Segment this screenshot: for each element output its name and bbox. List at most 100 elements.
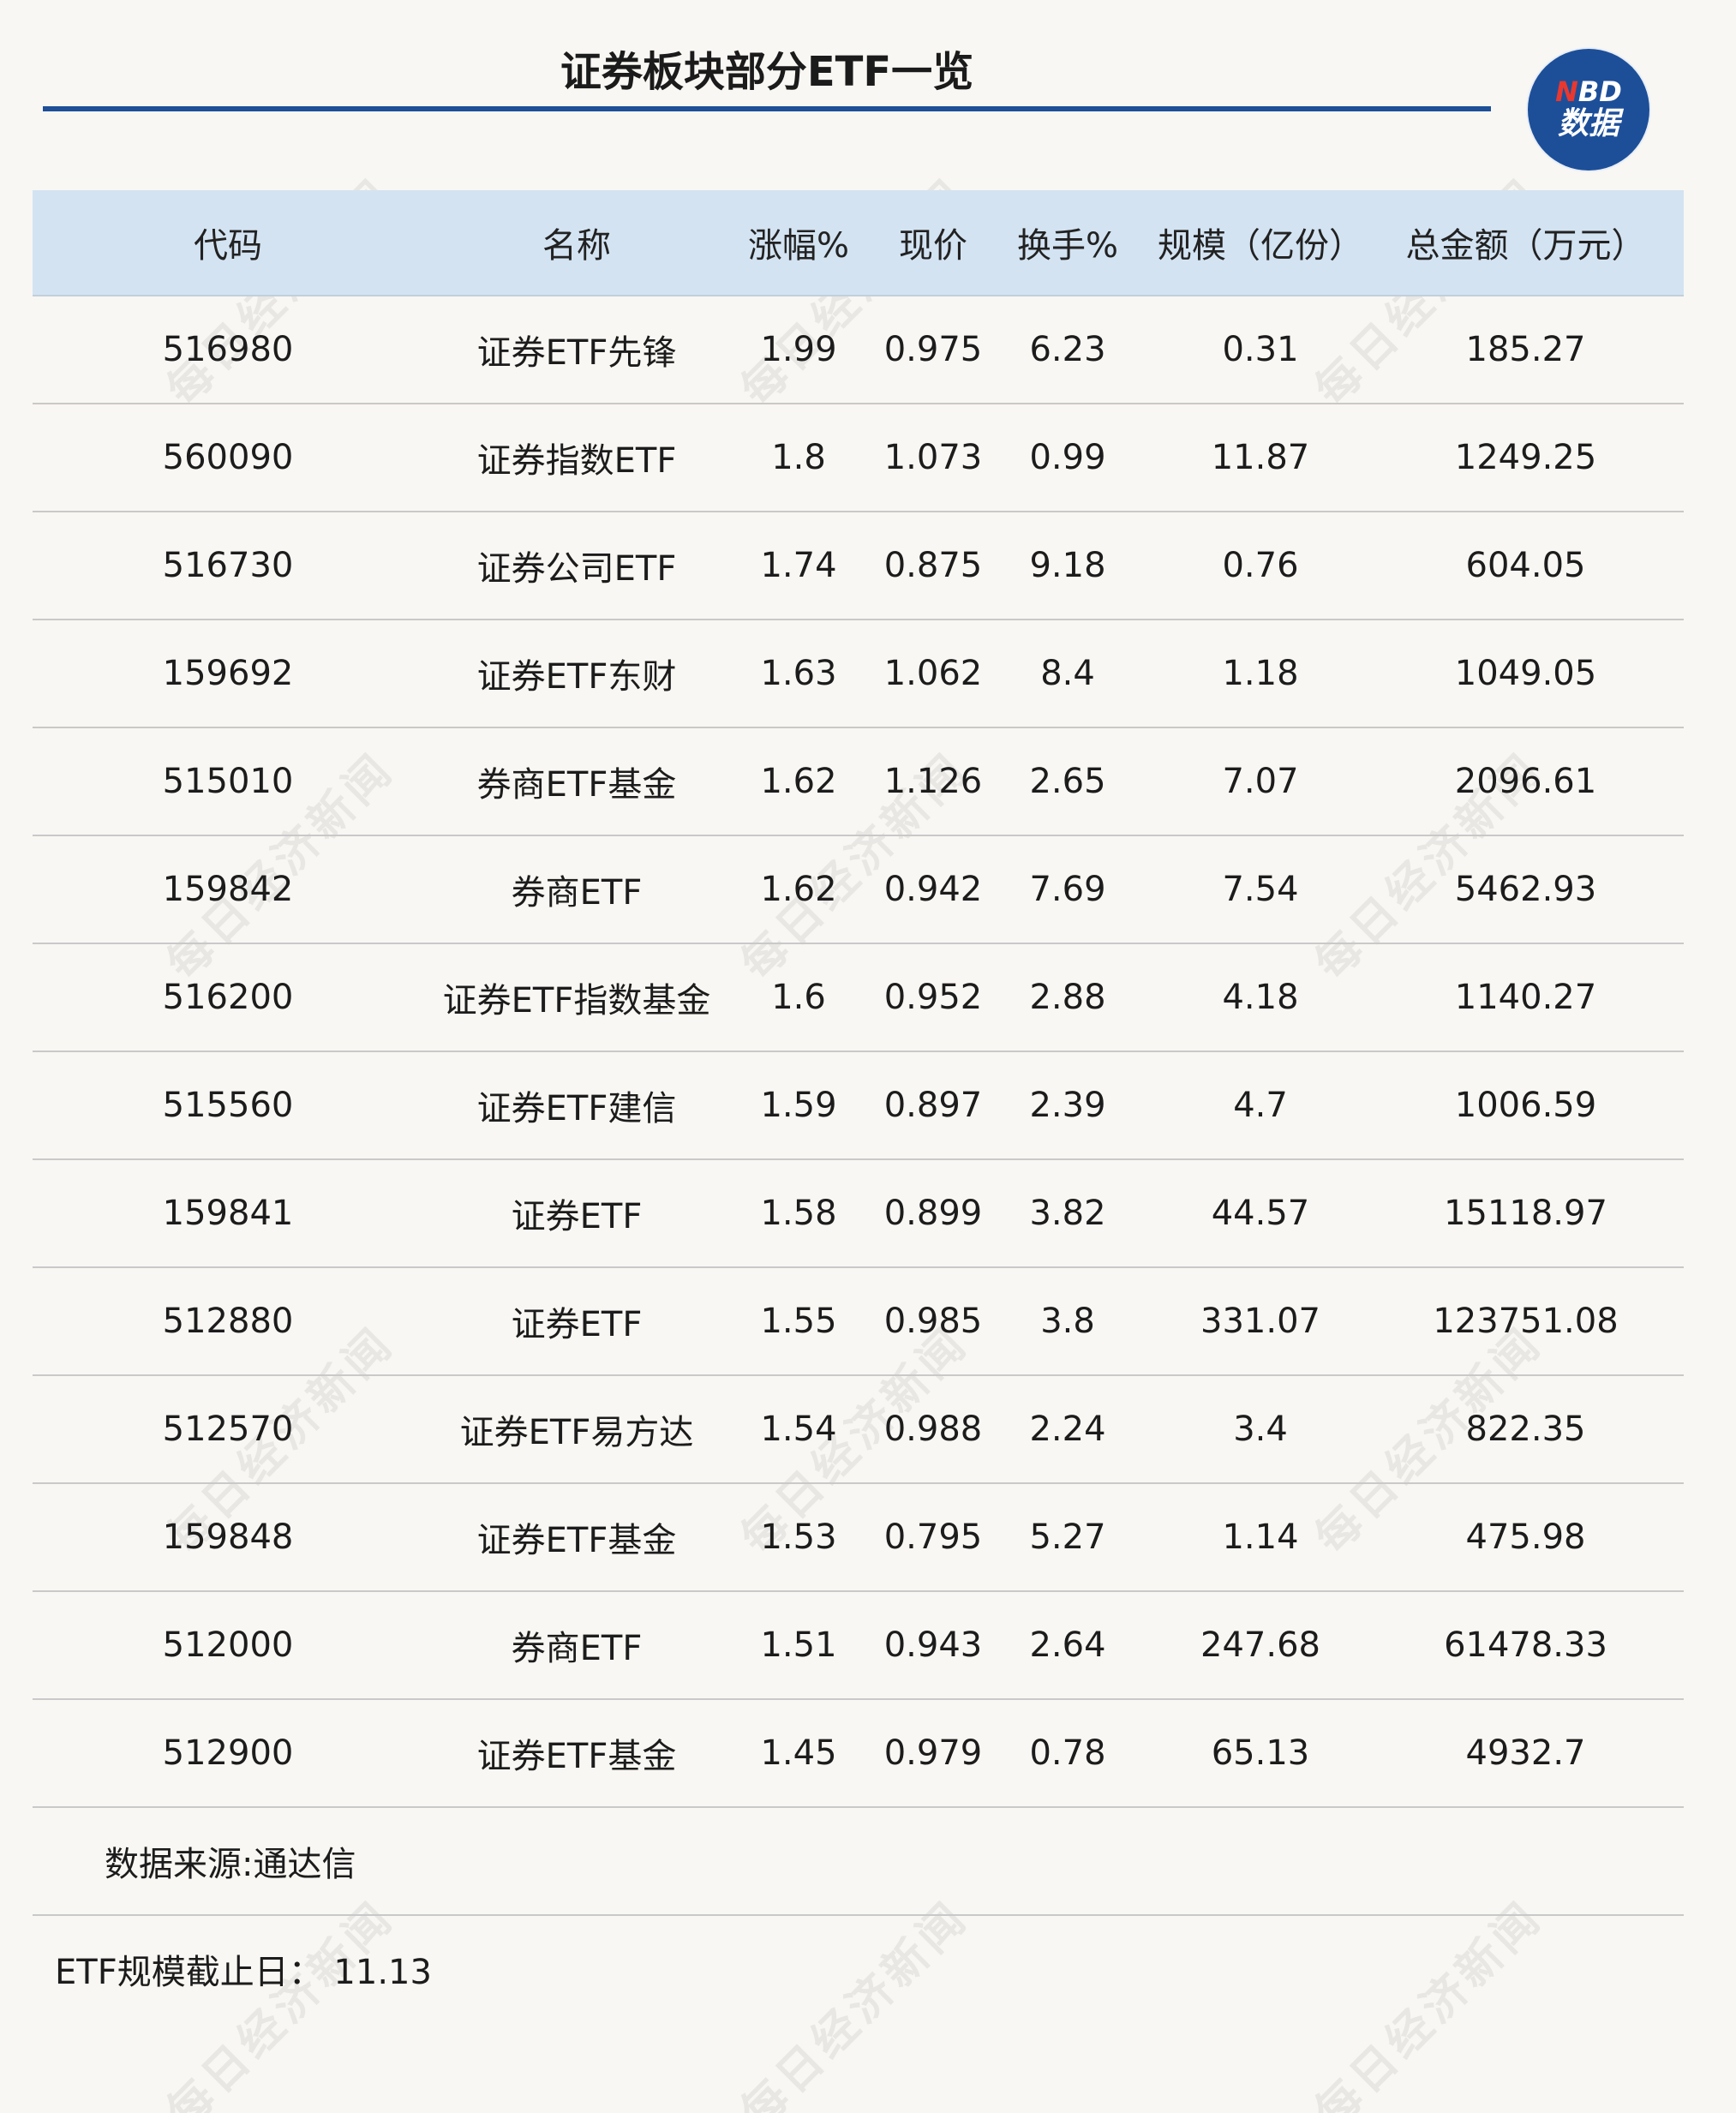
cell-scale: 4.7 <box>1233 1086 1288 1125</box>
cell-name: 券商ETF基金 <box>476 765 677 805</box>
table-row: 512880 证券ETF 1.55 0.985 3.8 331.07 12375… <box>33 1268 1684 1376</box>
table-row: 159692 证券ETF东财 1.63 1.062 8.4 1.18 1049.… <box>33 620 1684 728</box>
header-turnover: 换手% <box>1016 226 1118 266</box>
cell-scale: 4.18 <box>1222 978 1299 1017</box>
logo-bd: BD <box>1577 75 1622 108</box>
cell-turnover: 8.4 <box>1040 654 1095 693</box>
cell-name: 证券ETF先锋 <box>476 333 677 373</box>
cell-turnover: 2.64 <box>1029 1625 1106 1665</box>
table-row: 512570 证券ETF易方达 1.54 0.988 2.24 3.4 822.… <box>33 1376 1684 1484</box>
cell-scale: 331.07 <box>1200 1302 1320 1341</box>
logo-n: N <box>1555 75 1578 108</box>
header-name: 名称 <box>542 226 611 266</box>
date-row: ETF规模截止日： 11.13 <box>33 1916 1684 2022</box>
page-title: 证券板块部分ETF一览 <box>560 48 974 96</box>
header-scale: 规模（亿份） <box>1158 226 1363 266</box>
cell-amount: 1249.25 <box>1454 438 1597 477</box>
cell-scale: 1.14 <box>1222 1517 1299 1557</box>
cell-code: 560090 <box>162 438 294 477</box>
cell-change: 1.45 <box>760 1733 837 1773</box>
cell-code: 515010 <box>162 762 294 801</box>
cell-amount: 5462.93 <box>1454 870 1597 909</box>
cell-change: 1.59 <box>760 1086 837 1125</box>
logo-top-text: NBD <box>1555 77 1622 106</box>
table-row: 516730 证券公司ETF 1.74 0.875 9.18 0.76 604.… <box>33 512 1684 620</box>
cell-amount: 123751.08 <box>1433 1302 1619 1341</box>
source-row: 数据来源:通达信 <box>33 1808 1684 1916</box>
cell-scale: 3.4 <box>1233 1410 1288 1449</box>
cell-turnover: 2.88 <box>1029 978 1106 1017</box>
cell-name: 券商ETF <box>511 1629 643 1668</box>
cell-change: 1.74 <box>760 546 837 585</box>
cell-price: 0.942 <box>883 870 983 909</box>
cell-name: 证券ETF东财 <box>476 657 677 697</box>
cell-price: 1.073 <box>883 438 983 477</box>
cell-code: 159842 <box>162 870 294 909</box>
header-amount: 总金额（万元） <box>1405 226 1646 266</box>
cell-turnover: 2.24 <box>1029 1410 1106 1449</box>
cell-code: 159841 <box>162 1194 294 1233</box>
cell-amount: 822.35 <box>1465 1410 1586 1449</box>
cell-price: 0.943 <box>883 1625 983 1665</box>
cell-scale: 0.31 <box>1222 330 1299 369</box>
cell-price: 1.062 <box>883 654 983 693</box>
cell-code: 512000 <box>162 1625 294 1665</box>
cell-code: 159692 <box>162 654 294 693</box>
cell-price: 0.875 <box>883 546 983 585</box>
cell-name: 证券ETF <box>511 1197 643 1236</box>
cell-amount: 2096.61 <box>1454 762 1597 801</box>
title-underline <box>43 106 1491 111</box>
cell-turnover: 9.18 <box>1029 546 1106 585</box>
cell-code: 515560 <box>162 1086 294 1125</box>
cell-scale: 11.87 <box>1211 438 1310 477</box>
cell-code: 516730 <box>162 546 294 585</box>
cell-code: 512880 <box>162 1302 294 1341</box>
cell-amount: 475.98 <box>1465 1517 1586 1557</box>
cell-code: 516200 <box>162 978 294 1017</box>
cell-name: 证券ETF <box>511 1305 643 1344</box>
cell-price: 0.897 <box>883 1086 983 1125</box>
cell-scale: 247.68 <box>1200 1625 1320 1665</box>
cell-amount: 4932.7 <box>1465 1733 1586 1773</box>
cell-name: 证券指数ETF <box>476 441 677 481</box>
cell-price: 0.985 <box>883 1302 983 1341</box>
cell-change: 1.62 <box>760 762 837 801</box>
cell-turnover: 2.65 <box>1029 762 1106 801</box>
table-row: 512000 券商ETF 1.51 0.943 2.64 247.68 6147… <box>33 1592 1684 1700</box>
cell-amount: 1006.59 <box>1454 1086 1597 1125</box>
cell-change: 1.62 <box>760 870 837 909</box>
cell-change: 1.51 <box>760 1625 837 1665</box>
cell-turnover: 0.78 <box>1029 1733 1106 1773</box>
table-row: 512900 证券ETF基金 1.45 0.979 0.78 65.13 493… <box>33 1700 1684 1808</box>
cell-name: 证券公司ETF <box>476 549 677 589</box>
table-row: 515560 证券ETF建信 1.59 0.897 2.39 4.7 1006.… <box>33 1052 1684 1160</box>
cell-scale: 44.57 <box>1211 1194 1310 1233</box>
cell-name: 券商ETF <box>511 873 643 913</box>
nbd-logo: NBD 数据 <box>1528 49 1649 171</box>
cell-price: 0.988 <box>883 1410 983 1449</box>
cell-price: 0.899 <box>883 1194 983 1233</box>
cell-price: 1.126 <box>883 762 983 801</box>
etf-table: 代码 名称 涨幅% 现价 换手% 规模（亿份） 总金额（万元） 516980 证… <box>33 190 1684 2022</box>
cell-price: 0.975 <box>883 330 983 369</box>
cell-name: 证券ETF指数基金 <box>442 981 711 1021</box>
cell-amount: 15118.97 <box>1444 1194 1607 1233</box>
cell-turnover: 5.27 <box>1029 1517 1106 1557</box>
logo-bottom-text: 数据 <box>1557 106 1619 141</box>
header-price: 现价 <box>899 226 967 266</box>
cell-name: 证券ETF易方达 <box>459 1413 694 1452</box>
cell-name: 证券ETF基金 <box>476 1737 677 1776</box>
cell-name: 证券ETF建信 <box>476 1089 677 1128</box>
cell-scale: 0.76 <box>1222 546 1299 585</box>
cell-amount: 61478.33 <box>1444 1625 1607 1665</box>
table-row: 159841 证券ETF 1.58 0.899 3.82 44.57 15118… <box>33 1160 1684 1268</box>
cell-amount: 1140.27 <box>1454 978 1597 1017</box>
cell-scale: 1.18 <box>1222 654 1299 693</box>
cell-price: 0.979 <box>883 1733 983 1773</box>
cell-change: 1.6 <box>771 978 826 1017</box>
cell-amount: 604.05 <box>1465 546 1586 585</box>
cell-code: 516980 <box>162 330 294 369</box>
cell-change: 1.99 <box>760 330 837 369</box>
table-header-row: 代码 名称 涨幅% 现价 换手% 规模（亿份） 总金额（万元） <box>33 190 1684 296</box>
cell-change: 1.53 <box>760 1517 837 1557</box>
